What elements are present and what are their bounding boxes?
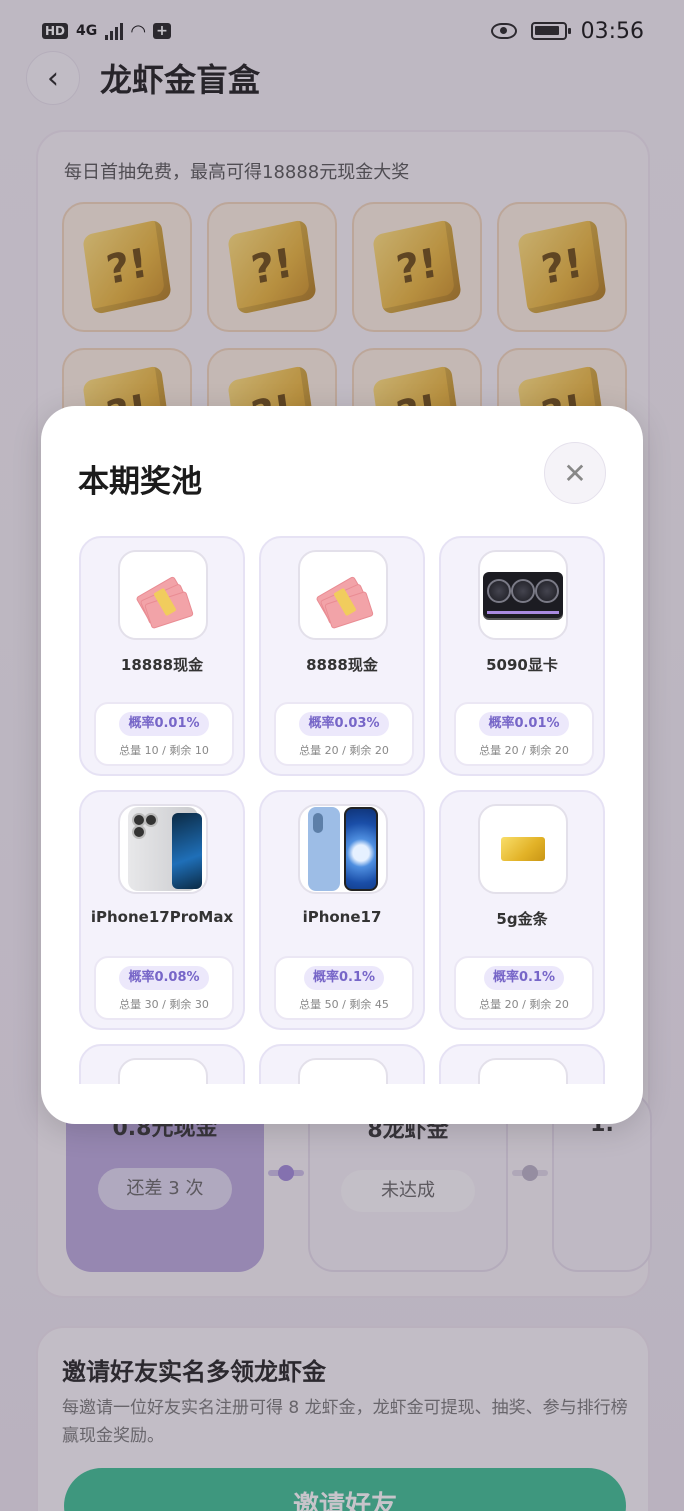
prize-grid: 18888现金 概率0.01% 总量 10 / 剩余 10 8888现金 概率0… xyxy=(79,536,607,1084)
stock-text: 总量 10 / 剩余 10 xyxy=(119,744,209,757)
prize-pool-modal: 本期奖池 ✕ 18888现金 概率0.01% 总量 10 / 剩余 10 888… xyxy=(41,406,643,1124)
probability-badge: 概率0.01% xyxy=(119,712,209,736)
stock-text: 总量 20 / 剩余 20 xyxy=(299,744,389,757)
probability-badge: 概率0.03% xyxy=(299,712,389,736)
prize-card xyxy=(439,1044,605,1084)
prize-card: iPhone17ProMax 概率0.08% 总量 30 / 剩余 30 xyxy=(79,790,245,1030)
prize-card: 5g金条 概率0.1% 总量 20 / 剩余 20 xyxy=(439,790,605,1030)
prize-name: 5090显卡 xyxy=(486,656,558,674)
probability-badge: 概率0.1% xyxy=(483,966,565,990)
prize-card: 18888现金 概率0.01% 总量 10 / 剩余 10 xyxy=(79,536,245,776)
gold-bar-icon xyxy=(478,804,568,894)
prize-stats: 概率0.01% 总量 20 / 剩余 20 xyxy=(454,702,594,766)
stock-text: 总量 30 / 剩余 30 xyxy=(119,998,209,1011)
prize-thumbnail xyxy=(118,1058,208,1084)
close-button[interactable]: ✕ xyxy=(544,442,606,504)
probability-badge: 概率0.1% xyxy=(303,966,385,990)
prize-list[interactable]: 18888现金 概率0.01% 总量 10 / 剩余 10 8888现金 概率0… xyxy=(79,536,607,1084)
stock-text: 总量 20 / 剩余 20 xyxy=(479,744,569,757)
stock-text: 总量 20 / 剩余 20 xyxy=(479,998,569,1011)
prize-card: 8888现金 概率0.03% 总量 20 / 剩余 20 xyxy=(259,536,425,776)
phone-icon xyxy=(298,804,388,894)
graphics-card-icon xyxy=(478,550,568,640)
prize-stats: 概率0.03% 总量 20 / 剩余 20 xyxy=(274,702,414,766)
probability-badge: 概率0.08% xyxy=(119,966,209,990)
probability-badge: 概率0.01% xyxy=(479,712,569,736)
crawfish-icon xyxy=(478,1058,568,1084)
prize-name: iPhone17ProMax xyxy=(90,908,234,926)
prize-stats: 概率0.08% 总量 30 / 剩余 30 xyxy=(94,956,234,1020)
prize-name: 18888现金 xyxy=(120,656,204,674)
prize-stats: 概率0.1% 总量 50 / 剩余 45 xyxy=(274,956,414,1020)
prize-card: 5090显卡 概率0.01% 总量 20 / 剩余 20 xyxy=(439,536,605,776)
coin-icon xyxy=(298,1058,388,1084)
prize-name: 5g金条 xyxy=(496,910,548,928)
prize-card: iPhone17 概率0.1% 总量 50 / 剩余 45 xyxy=(259,790,425,1030)
modal-title: 本期奖池 xyxy=(78,464,202,500)
phone-icon xyxy=(118,804,208,894)
prize-stats: 概率0.1% 总量 20 / 剩余 20 xyxy=(454,956,594,1020)
prize-stats: 概率0.01% 总量 10 / 剩余 10 xyxy=(94,702,234,766)
cash-bundle-icon xyxy=(298,550,388,640)
stock-text: 总量 50 / 剩余 45 xyxy=(299,998,389,1011)
prize-name: iPhone17 xyxy=(302,908,382,926)
prize-card xyxy=(259,1044,425,1084)
close-icon: ✕ xyxy=(563,456,587,490)
cash-bundle-icon xyxy=(118,550,208,640)
prize-name: 8888现金 xyxy=(306,656,378,674)
prize-card xyxy=(79,1044,245,1084)
